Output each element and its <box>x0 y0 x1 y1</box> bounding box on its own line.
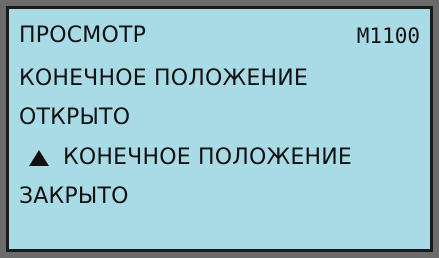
menu-item-value: ЗАКРЫТО <box>19 184 129 209</box>
menu-item-end-position-open-value: ОТКРЫТО <box>19 101 420 135</box>
lcd-screen: ПРОСМОТР M1100 КОНЕЧНОЕ ПОЛОЖЕНИЕ ОТКРЫТ… <box>6 6 433 252</box>
menu-item-label: КОНЕЧНОЕ ПОЛОЖЕНИЕ <box>19 66 309 91</box>
menu-item-end-position-closed-value: ЗАКРЫТО <box>19 180 420 214</box>
menu-code: M1100 <box>356 24 420 48</box>
menu-item-value: ОТКРЫТО <box>19 105 131 130</box>
menu-item-label: КОНЕЧНОЕ ПОЛОЖЕНИЕ <box>63 145 353 170</box>
menu-item-end-position-closed[interactable]: КОНЕЧНОЕ ПОЛОЖЕНИЕ <box>19 141 420 175</box>
triangle-up-icon <box>29 150 49 166</box>
device-display-bezel: ПРОСМОТР M1100 КОНЕЧНОЕ ПОЛОЖЕНИЕ ОТКРЫТ… <box>0 0 439 258</box>
menu-item-end-position-open[interactable]: КОНЕЧНОЕ ПОЛОЖЕНИЕ <box>19 62 420 96</box>
